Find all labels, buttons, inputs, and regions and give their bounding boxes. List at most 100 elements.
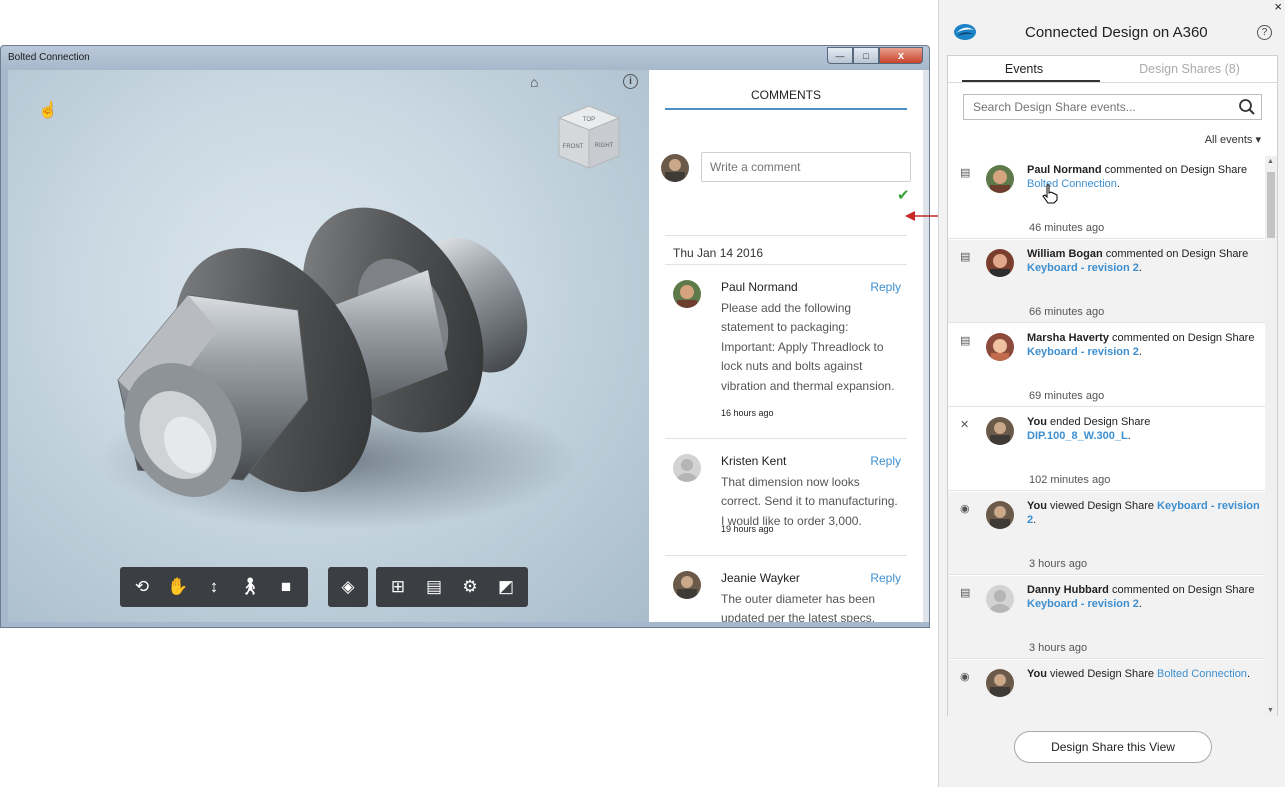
event-suffix: . xyxy=(1127,429,1131,442)
touch-icon[interactable]: ☝ xyxy=(38,100,58,120)
event-text: William Bogan commented on Design Share … xyxy=(1027,248,1263,275)
list-item[interactable]: ▤ Danny Hubbard commented on Design Shar… xyxy=(948,576,1266,659)
comment-icon: ▤ xyxy=(960,251,971,263)
event-text: You viewed Design Share Bolted Connectio… xyxy=(1027,668,1263,682)
event-suffix: . xyxy=(1138,345,1142,358)
view-icon: ◉ xyxy=(960,503,970,515)
comment-text: That dimension now looks correct. Send i… xyxy=(721,475,898,528)
model-browser-icon[interactable]: ⊞ xyxy=(380,569,416,605)
events-filter-dropdown[interactable]: All events ▾ xyxy=(1205,133,1261,146)
event-suffix: . xyxy=(1246,668,1250,680)
camera-icon[interactable]: ■ xyxy=(268,569,304,605)
comment-text: Please add the following statement to pa… xyxy=(721,301,895,393)
zoom-icon[interactable]: ↕ xyxy=(196,569,232,605)
fullscreen-icon[interactable]: ◩ xyxy=(488,569,524,605)
event-text: Paul Normand commented on Design Share B… xyxy=(1027,164,1263,191)
event-action: commented on Design Share xyxy=(1108,332,1255,344)
viewcube[interactable]: TOP FRONT RIGHT xyxy=(553,102,625,174)
avatar xyxy=(986,501,1014,529)
event-target-link[interactable]: Keyboard - revision 2 xyxy=(1027,346,1139,358)
event-action: commented on Design Share xyxy=(1101,164,1248,176)
viewcube-right-label: RIGHT xyxy=(595,143,614,149)
comments-date: Thu Jan 14 2016 xyxy=(673,246,764,260)
divider xyxy=(665,438,907,439)
comment-input[interactable] xyxy=(701,152,911,182)
comment-time: 19 hours ago xyxy=(721,524,774,534)
home-icon[interactable]: ⌂ xyxy=(530,74,538,90)
viewcube-front-label: FRONT xyxy=(563,144,584,150)
event-target-link[interactable]: Keyboard - revision 2 xyxy=(1027,598,1139,610)
event-action: viewed Design Share xyxy=(1046,500,1158,512)
list-item[interactable]: ◉ You viewed Design Share Bolted Connect… xyxy=(948,660,1266,716)
help-icon[interactable]: ? xyxy=(1257,25,1272,40)
panel-close-icon[interactable]: × xyxy=(1274,0,1282,14)
window-titlebar[interactable]: Bolted Connection — □ x xyxy=(1,46,929,70)
list-item[interactable]: ◉ You viewed Design Share Keyboard - rev… xyxy=(948,492,1266,575)
list-item[interactable]: ✕ You ended Design Share DIP.100_8_W.300… xyxy=(948,408,1266,491)
a360-logo-icon xyxy=(954,24,976,40)
pan-icon[interactable]: ✋ xyxy=(160,569,196,605)
comment-icon: ▤ xyxy=(960,335,971,347)
navigation-toolbar: ⟲ ✋ ↕ 🚶︎ ■ xyxy=(120,567,308,607)
search-input[interactable] xyxy=(964,95,1234,119)
scroll-up-icon[interactable]: ▲ xyxy=(1267,158,1274,165)
divider xyxy=(665,235,907,236)
settings-icon[interactable]: ⚙ xyxy=(452,569,488,605)
list-item[interactable]: ▤ Marsha Haverty commented on Design Sha… xyxy=(948,324,1266,407)
event-text: Danny Hubbard commented on Design Share … xyxy=(1027,584,1263,611)
event-actor: Danny Hubbard xyxy=(1027,584,1109,596)
scroll-down-icon[interactable]: ▼ xyxy=(1267,707,1274,714)
events-list: ▤ Paul Normand commented on Design Share… xyxy=(948,156,1266,716)
comment-item: Paul Normand Reply Please add the follow… xyxy=(673,280,901,430)
tab-bar: Events Design Shares (8) xyxy=(948,56,1277,83)
maximize-button[interactable]: □ xyxy=(853,47,879,64)
properties-icon[interactable]: ▤ xyxy=(416,569,452,605)
viewer-window: Bolted Connection — □ x ⌂ i ☝ TOP FRONT … xyxy=(0,45,930,628)
walk-icon[interactable]: 🚶︎ xyxy=(232,569,268,605)
events-scrollbar[interactable]: ▲ ▼ xyxy=(1265,156,1277,716)
events-container: Events Design Shares (8) All events ▾ ▤ … xyxy=(947,55,1278,716)
comment-author: Jeanie Wayker xyxy=(721,571,800,585)
explode-icon[interactable]: ◈ xyxy=(332,569,364,605)
comments-title: COMMENTS xyxy=(665,88,907,110)
avatar xyxy=(673,454,701,482)
avatar xyxy=(986,165,1014,193)
comments-scrollbar[interactable] xyxy=(923,70,929,622)
event-target-link[interactable]: Keyboard - revision 2 xyxy=(1027,262,1139,274)
search-icon[interactable] xyxy=(1238,98,1256,116)
close-button[interactable]: x xyxy=(879,47,923,64)
search-box xyxy=(963,94,1262,120)
tab-design-shares[interactable]: Design Shares (8) xyxy=(1100,62,1279,76)
list-item[interactable]: ▤ William Bogan commented on Design Shar… xyxy=(948,240,1266,323)
comment-time: 16 hours ago xyxy=(721,408,774,418)
info-icon[interactable]: i xyxy=(623,74,638,89)
avatar xyxy=(986,333,1014,361)
tools-toolbar: ⊞ ▤ ⚙ ◩ xyxy=(376,567,528,607)
reply-link[interactable]: Reply xyxy=(870,571,901,585)
3d-viewport[interactable]: ⌂ i ☝ TOP FRONT RIGHT ⟲ ✋ ↕ 🚶︎ ■ ◈ ⊞ ▤ ⚙… xyxy=(8,70,649,622)
list-item[interactable]: ▤ Paul Normand commented on Design Share… xyxy=(948,156,1266,239)
comments-pane: COMMENTS ✔ Thu Jan 14 2016 Paul Normand … xyxy=(649,70,923,622)
scrollbar-thumb[interactable] xyxy=(1267,172,1275,238)
reply-link[interactable]: Reply xyxy=(870,454,901,468)
event-action: commented on Design Share xyxy=(1102,248,1249,260)
comment-item: Kristen Kent Reply That dimension now lo… xyxy=(673,454,901,554)
comment-text: The outer diameter has been updated per … xyxy=(721,592,876,622)
event-time: 3 hours ago xyxy=(1029,642,1088,654)
event-actor: You xyxy=(1027,416,1047,428)
design-share-view-button[interactable]: Design Share this View xyxy=(1014,731,1212,763)
active-tab-indicator xyxy=(962,80,1100,82)
avatar xyxy=(661,154,689,182)
tab-events[interactable]: Events xyxy=(948,62,1100,76)
event-target-link[interactable]: Bolted Connection xyxy=(1157,668,1247,680)
reply-link[interactable]: Reply xyxy=(870,280,901,294)
minimize-button[interactable]: — xyxy=(827,47,853,64)
event-target-link[interactable]: DIP.100_8_W.300_L xyxy=(1027,430,1128,442)
view-icon: ◉ xyxy=(960,671,970,683)
check-icon[interactable]: ✔ xyxy=(897,186,910,204)
avatar xyxy=(673,280,701,308)
event-text: Marsha Haverty commented on Design Share… xyxy=(1027,332,1263,359)
orbit-icon[interactable]: ⟲ xyxy=(124,569,160,605)
event-actor: Paul Normand xyxy=(1027,164,1102,176)
avatar xyxy=(986,585,1014,613)
